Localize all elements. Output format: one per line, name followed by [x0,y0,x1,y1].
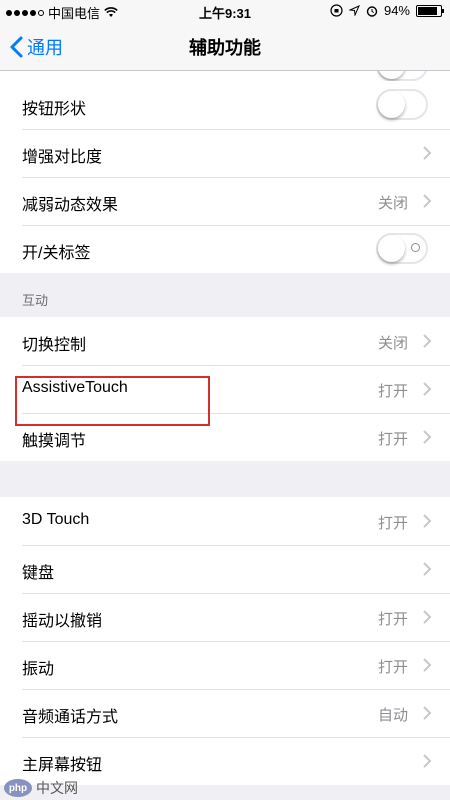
setting-row-shake-to-undo[interactable]: 摇动以撤销 打开 [0,593,450,641]
chevron-right-icon [423,514,432,528]
row-value: 打开 [377,515,408,532]
off-label-circle-icon [411,243,420,252]
chevron-right-icon [423,194,432,208]
status-right: 94% [330,3,444,18]
on-off-labels-toggle[interactable] [376,233,428,264]
row-label: 振动 [22,661,55,678]
setting-row-assistivetouch[interactable]: AssistiveTouch 打开 [0,365,450,413]
orientation-lock-icon [330,4,343,17]
section-header-interaction: 互动 [0,273,450,317]
row-label: 按钮形状 [22,101,87,118]
row-value: 关闭 [377,335,408,352]
row-label: 音频通话方式 [22,709,119,726]
battery-icon [416,4,444,17]
display-settings-group: 按钮形状 增强对比度 减弱动态效果 关闭 开/关标签 [0,81,450,273]
setting-row-increase-contrast[interactable]: 增强对比度 [0,129,450,177]
chevron-right-icon [423,754,432,768]
chevron-right-icon [423,706,432,720]
partial-toggle-row [0,71,450,81]
section-header-label: 互动 [22,293,49,308]
row-value: 打开 [377,611,408,628]
row-value: 打开 [377,431,408,448]
page-title: 辅助功能 [189,38,261,58]
php-logo-icon: php [4,779,32,797]
chevron-right-icon [423,334,432,348]
row-label: AssistiveTouch [22,379,128,396]
chevron-right-icon [423,610,432,624]
row-value: 关闭 [377,195,408,212]
setting-row-on-off-labels[interactable]: 开/关标签 [0,225,450,273]
navigation-bar: 通用 辅助功能 [0,22,450,71]
setting-row-touch-accommodations[interactable]: 触摸调节 打开 [0,413,450,461]
battery-fill [418,6,437,15]
chevron-right-icon [423,146,432,160]
watermark: php 中文网 [4,778,78,798]
location-icon [348,5,360,16]
setting-row-button-shapes[interactable]: 按钮形状 [0,81,450,129]
row-label: 键盘 [22,565,55,582]
status-bar: 中国电信 上午9:31 94% [0,0,450,22]
battery-percent: 94% [383,3,410,18]
row-label: 摇动以撤销 [22,613,103,630]
toggle-switch[interactable] [376,71,428,81]
setting-row-reduce-motion[interactable]: 减弱动态效果 关闭 [0,177,450,225]
row-value: 打开 [377,659,408,676]
row-value: 自动 [377,707,408,724]
watermark-text: 中文网 [36,780,78,796]
row-label: 增强对比度 [22,149,103,166]
row-label: 切换控制 [22,337,87,354]
setting-row-call-audio-routing[interactable]: 音频通话方式 自动 [0,689,450,737]
row-label: 主屏幕按钮 [22,757,103,774]
alarm-icon [366,5,378,17]
setting-row-vibration[interactable]: 振动 打开 [0,641,450,689]
setting-row-keyboard[interactable]: 键盘 [0,545,450,593]
row-label: 3D Touch [22,511,90,528]
setting-row-3d-touch[interactable]: 3D Touch 打开 [0,497,450,545]
setting-row-switch-control[interactable]: 切换控制 关闭 [0,317,450,365]
chevron-right-icon [423,382,432,396]
row-label: 开/关标签 [22,245,91,262]
row-label: 触摸调节 [22,433,87,450]
button-shapes-toggle[interactable] [376,89,428,120]
more-settings-group: 3D Touch 打开 键盘 摇动以撤销 打开 振动 打开 音频通话方式 自动 … [0,497,450,785]
interaction-settings-group: 切换控制 关闭 AssistiveTouch 打开 触摸调节 打开 [0,317,450,461]
chevron-right-icon [423,562,432,576]
row-label: 减弱动态效果 [22,197,119,214]
row-value: 打开 [377,383,408,400]
chevron-right-icon [423,430,432,444]
chevron-right-icon [423,658,432,672]
